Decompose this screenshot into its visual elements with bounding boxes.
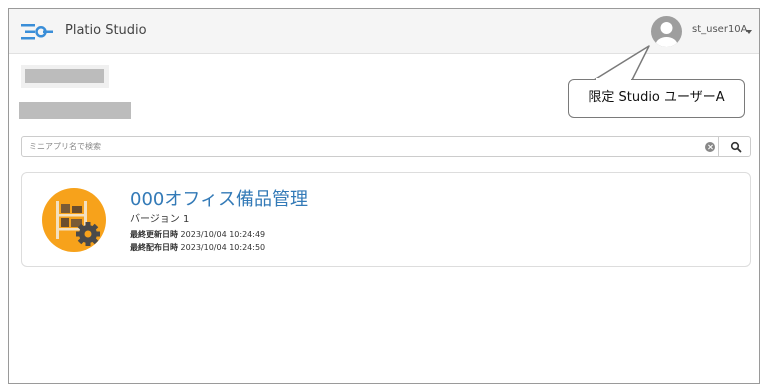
updated-value: 2023/10/04 10:24:49 [180, 230, 266, 239]
brand-title[interactable]: Platio Studio [65, 23, 147, 38]
published-label: 最終配布日時 [130, 243, 178, 252]
user-menu-label[interactable]: st_user10A [692, 24, 748, 35]
updated-label: 最終更新日時 [130, 230, 178, 239]
app-name-link[interactable]: 000オフィス備品管理 [130, 185, 308, 211]
chevron-down-icon[interactable] [746, 30, 752, 34]
user-avatar-icon[interactable] [651, 16, 682, 47]
published-value: 2023/10/04 10:24:50 [180, 243, 266, 252]
app-published-row: 最終配布日時 2023/10/04 10:24:50 [130, 242, 265, 253]
search-icon [730, 141, 742, 153]
search-input[interactable] [22, 137, 702, 156]
search-button[interactable] [718, 136, 751, 157]
user-callout: 限定 Studio ユーザーA [568, 79, 745, 118]
clear-icon[interactable] [705, 142, 715, 152]
search-field [21, 136, 726, 157]
top-navbar: Platio Studio st_user10A [9, 9, 759, 54]
callout-text: 限定 Studio ユーザーA [588, 90, 725, 105]
platio-logo-icon[interactable] [21, 21, 53, 43]
app-updated-row: 最終更新日時 2023/10/04 10:24:49 [130, 229, 265, 240]
shelf-gear-icon[interactable] [41, 187, 107, 253]
app-version: バージョン 1 [130, 214, 190, 225]
app-window: Platio Studio st_user10A 限定 Studio ユーザーA [8, 8, 760, 384]
redacted-block-subtitle [19, 102, 131, 119]
redacted-block-title [21, 65, 109, 88]
app-card[interactable]: 000オフィス備品管理 バージョン 1 最終更新日時 2023/10/04 10… [21, 172, 751, 267]
